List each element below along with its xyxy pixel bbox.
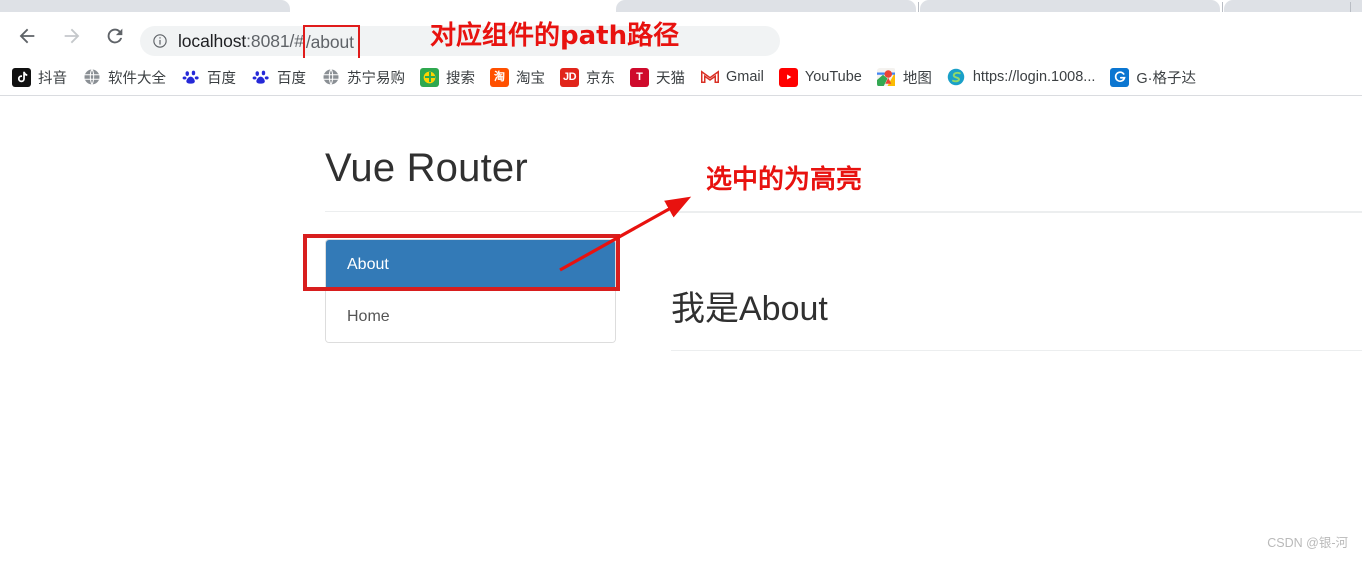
bookmark-label: Gmail	[726, 69, 764, 85]
bookmark-label: 搜索	[446, 70, 475, 87]
bookmark-suning[interactable]: 苏宁易购	[321, 64, 405, 90]
baidu-paw-icon	[181, 67, 200, 87]
bookmark-software[interactable]: 软件大全	[82, 64, 166, 90]
bookmark-search[interactable]: 搜索	[420, 64, 475, 90]
bookmark-label: 地图	[902, 70, 932, 87]
bookmark-gezida[interactable]: G·格子达	[1110, 64, 1196, 90]
tmall-icon: T	[630, 67, 649, 87]
bookmark-label: YouTube	[804, 69, 862, 85]
gmail-icon	[700, 67, 719, 87]
google-maps-icon	[876, 67, 896, 87]
bookmark-taobao[interactable]: 淘 淘宝	[490, 64, 545, 90]
bookmark-label: 抖音	[38, 70, 67, 87]
tab-separator-3	[1350, 2, 1351, 12]
forward-button[interactable]	[61, 25, 83, 47]
url-path-highlight-box: /about	[302, 24, 360, 60]
baidu-paw-icon	[251, 67, 270, 87]
sidebar-item-label: About	[347, 256, 389, 273]
sidebar-item-about[interactable]: About	[326, 240, 615, 291]
reload-button[interactable]	[104, 25, 126, 47]
watermark: CSDN @银-河	[1267, 536, 1348, 550]
bookmark-maps[interactable]: 地图	[876, 64, 932, 90]
tab-inactive-right-3[interactable]	[1224, 0, 1362, 12]
browser-window: localhost:8081/#/about 抖音 软件大全 百度 百度 苏宁易…	[0, 0, 1362, 563]
browser-toolbar: localhost:8081/#/about	[0, 12, 1362, 60]
router-nav-list: About Home	[325, 239, 616, 343]
bookmark-label: 天猫	[656, 70, 685, 87]
tab-inactive-right-1[interactable]	[616, 0, 916, 12]
bookmark-jd[interactable]: JD 京东	[560, 64, 615, 90]
tab-inactive-left[interactable]	[0, 0, 290, 12]
content-divider-bottom	[671, 350, 1362, 351]
bookmark-label: 软件大全	[108, 70, 166, 87]
gezida-icon	[1110, 67, 1130, 87]
arrow-right-icon	[64, 28, 80, 44]
bookmark-label: 百度	[277, 70, 306, 87]
sidebar-item-home[interactable]: Home	[326, 291, 615, 342]
tab-separator-2	[1222, 2, 1223, 12]
tab-strip	[0, 0, 1362, 12]
bookmarks-bar: 抖音 软件大全 百度 百度 苏宁易购 搜索 淘 淘宝 JD 京东 T 天猫 Gm…	[0, 58, 1362, 96]
bookmark-baidu-1[interactable]: 百度	[181, 64, 236, 90]
douyin-icon	[12, 67, 31, 87]
bookmark-youtube[interactable]: YouTube	[778, 64, 862, 90]
tab-inactive-right-2[interactable]	[920, 0, 1220, 12]
bookmark-login[interactable]: https://login.1008...	[946, 64, 1096, 90]
router-view-heading: 我是About	[671, 290, 828, 328]
taobao-icon: 淘	[490, 67, 509, 87]
jd-icon: JD	[560, 67, 579, 87]
youtube-icon	[778, 67, 798, 87]
bookmark-label: G·格子达	[1136, 70, 1196, 87]
page-title: Vue Router	[325, 146, 528, 190]
url-scheme-rest: :8081/#	[246, 30, 304, 51]
bookmark-label: https://login.1008...	[972, 69, 1096, 85]
back-button[interactable]	[16, 25, 38, 47]
spiral-icon	[946, 67, 966, 87]
annotation-path-note: 对应组件的path路径	[430, 21, 680, 51]
bookmark-tmall[interactable]: T 天猫	[630, 64, 685, 90]
site-info-icon[interactable]	[152, 33, 168, 49]
globe-icon	[321, 67, 340, 87]
globe-icon	[82, 67, 101, 87]
url-text[interactable]: localhost:8081/#/about	[178, 24, 360, 60]
annotation-highlight-note: 选中的为高亮	[706, 165, 863, 195]
bookmark-label: 京东	[586, 70, 615, 87]
reload-icon	[107, 28, 123, 44]
search-plus-icon	[420, 67, 439, 87]
arrow-left-icon	[19, 28, 35, 44]
bookmark-label: 苏宁易购	[347, 70, 405, 87]
bookmark-douyin[interactable]: 抖音	[12, 64, 67, 90]
bookmark-label: 百度	[207, 70, 236, 87]
content-divider-top	[671, 212, 1362, 213]
bookmark-label: 淘宝	[516, 70, 545, 87]
sidebar-item-label: Home	[347, 307, 390, 325]
url-path: /about	[305, 31, 354, 52]
tab-separator-1	[918, 2, 919, 12]
bookmark-gmail[interactable]: Gmail	[700, 64, 764, 90]
url-host: localhost	[178, 30, 247, 51]
bookmark-baidu-2[interactable]: 百度	[251, 64, 306, 90]
